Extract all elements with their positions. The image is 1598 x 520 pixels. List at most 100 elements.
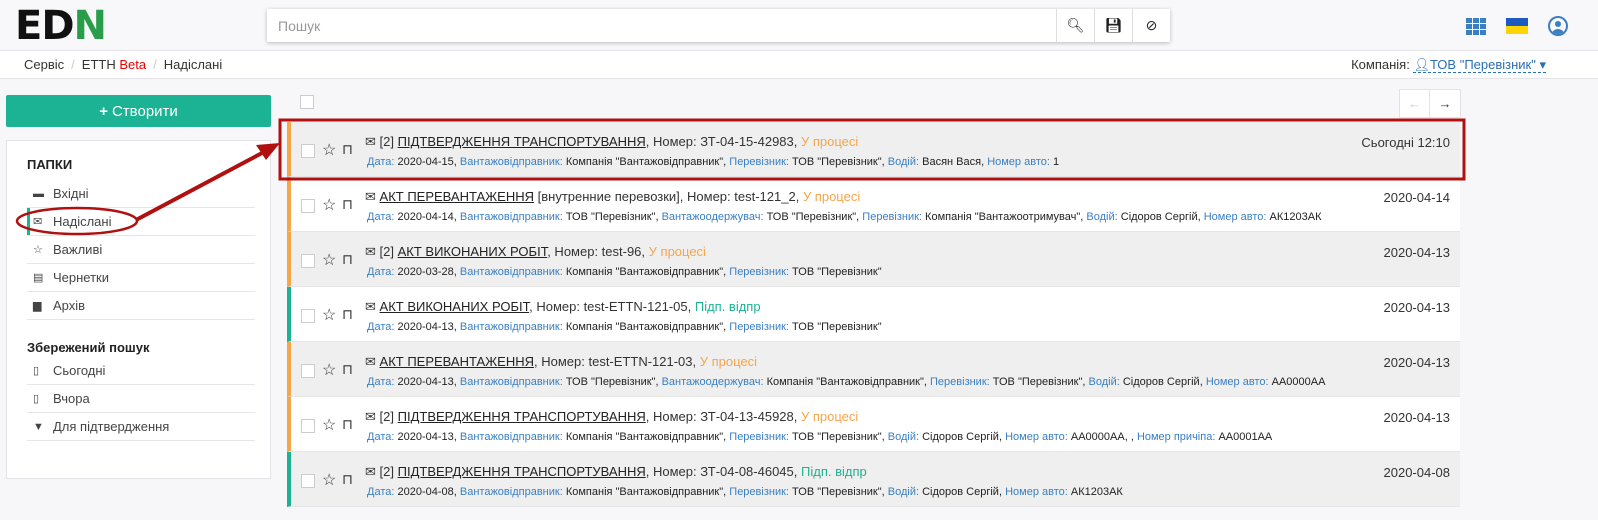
row-checkbox[interactable] xyxy=(301,199,315,213)
bookmark-icon[interactable]: ⊓ xyxy=(342,306,353,323)
document-title-link[interactable]: ПІДТВЕРДЖЕННЯ ТРАНСПОРТУВАННЯ xyxy=(398,134,646,149)
document-title-link[interactable]: АКТ ВИКОНАНИХ РОБІТ xyxy=(398,244,548,259)
sidebar-item-star[interactable]: ☆ Важливі xyxy=(27,236,255,264)
user-account-icon[interactable] xyxy=(1548,16,1568,36)
document-row[interactable]: ☆ ⊓ ✉ [2] ПІДТВЕРДЖЕННЯ ТРАНСПОРТУВАННЯ,… xyxy=(287,122,1460,177)
field-value: ТОВ "Перевізник" xyxy=(565,376,656,388)
star-icon: ☆ xyxy=(33,244,43,256)
apps-grid-icon[interactable] xyxy=(1466,17,1486,35)
star-icon[interactable]: ☆ xyxy=(322,250,336,270)
company-dropdown[interactable]: 👤︎ТОВ "Перевізник" ▾ xyxy=(1413,57,1546,73)
sidebar-item-envelope[interactable]: ✉ Надіслані xyxy=(27,208,255,236)
sidebar-item-label: Вчора xyxy=(53,391,90,406)
envelope-open-icon: ✉ xyxy=(365,409,376,424)
field-label: Номер авто: xyxy=(987,156,1050,168)
bookmark-icon[interactable]: ⊓ xyxy=(342,416,353,433)
bookmark-icon[interactable]: ⊓ xyxy=(342,141,353,158)
field-value: Сідоров Сергій xyxy=(1122,376,1200,388)
breadcrumb-service[interactable]: Сервіс xyxy=(24,57,64,72)
clear-search-button[interactable]: ⊘ xyxy=(1132,9,1170,42)
document-title-link[interactable]: АКТ ВИКОНАНИХ РОБІТ xyxy=(380,299,530,314)
sidebar-item-label: Надіслані xyxy=(53,214,112,229)
plus-icon: + xyxy=(99,102,108,120)
row-checkbox[interactable] xyxy=(301,309,315,323)
field-label: Дата: xyxy=(367,321,395,333)
create-button[interactable]: + Створити xyxy=(6,95,271,127)
field-value: ТОВ "Перевізник" xyxy=(792,266,882,278)
field-label: Дата: xyxy=(367,156,395,168)
document-title-link[interactable]: ПІДТВЕРДЖЕННЯ ТРАНСПОРТУВАННЯ xyxy=(398,409,646,424)
field-value: ТОВ "Перевізник" xyxy=(792,156,882,168)
doc-count: [2] xyxy=(379,134,394,149)
bookmark-icon[interactable]: ⊓ xyxy=(342,196,353,213)
field-value: 2020-03-28 xyxy=(397,266,454,278)
field-label: Вантажоодержувач: xyxy=(661,211,764,223)
select-all-checkbox[interactable] xyxy=(300,95,314,109)
star-icon[interactable]: ☆ xyxy=(322,360,336,380)
envelope-open-icon: ✉ xyxy=(365,464,376,479)
row-checkbox[interactable] xyxy=(301,419,315,433)
star-icon[interactable]: ☆ xyxy=(322,470,336,490)
field-value: Компанія "Вантажовідправник" xyxy=(565,486,724,498)
row-checkbox[interactable] xyxy=(301,364,315,378)
sidebar-item-label: Сьогодні xyxy=(53,363,106,378)
edin-logo[interactable]: ED N xyxy=(15,6,107,46)
document-list: ☆ ⊓ ✉ [2] ПІДТВЕРДЖЕННЯ ТРАНСПОРТУВАННЯ,… xyxy=(287,122,1460,507)
field-value: 2020-04-13 xyxy=(397,321,454,333)
star-icon[interactable]: ☆ xyxy=(322,415,336,435)
status-badge: У процесі xyxy=(648,244,706,259)
breadcrumb: Сервіс / ЕТТН Beta / Надіслані Компанія: 👤… xyxy=(0,51,1598,79)
star-icon[interactable]: ☆ xyxy=(322,195,336,215)
sidebar-item-file-date[interactable]: ▯ Вчора xyxy=(27,385,255,413)
bookmark-icon[interactable]: ⊓ xyxy=(342,251,353,268)
search-button[interactable]: 🔍︎ xyxy=(1056,9,1094,42)
prev-page-button[interactable]: ← xyxy=(1400,90,1430,117)
top-header: EDN 🔍︎ 💾︎ ⊘ xyxy=(0,0,1598,51)
document-row[interactable]: ☆ ⊓ ✉ [2] ПІДТВЕРДЖЕННЯ ТРАНСПОРТУВАННЯ,… xyxy=(287,452,1460,507)
inbox-icon: ▬ xyxy=(33,187,44,200)
next-page-button[interactable]: → xyxy=(1430,90,1460,117)
row-date: 2020-04-13 xyxy=(1383,300,1451,315)
row-checkbox[interactable] xyxy=(301,474,315,488)
doc-number: , Номер: test-96, xyxy=(547,244,646,259)
breadcrumb-ettn[interactable]: ЕТТН Beta xyxy=(82,57,146,72)
row-checkbox[interactable] xyxy=(301,254,315,268)
sidebar-item-file[interactable]: ▤ Чернетки xyxy=(27,264,255,292)
ukraine-flag-icon[interactable] xyxy=(1506,18,1528,34)
search-icon: 🔍︎ xyxy=(1066,17,1085,33)
bookmark-icon[interactable]: ⊓ xyxy=(342,361,353,378)
status-badge: Підп. відпр xyxy=(694,299,761,314)
field-label: Водій: xyxy=(1088,376,1120,388)
star-icon[interactable]: ☆ xyxy=(322,305,336,325)
status-badge: У процесі xyxy=(801,409,859,424)
sidebar-item-archive[interactable]: ▆ Архів xyxy=(27,292,255,320)
document-row[interactable]: ☆ ⊓ ✉ [2] ПІДТВЕРДЖЕННЯ ТРАНСПОРТУВАННЯ,… xyxy=(287,397,1460,452)
star-icon[interactable]: ☆ xyxy=(322,140,336,160)
envelope-open-icon: ✉ xyxy=(365,244,376,259)
field-label: Перевізник: xyxy=(729,321,789,333)
field-label: Номер авто: xyxy=(1205,376,1269,388)
sidebar-item-filter[interactable]: ▼ Для підтвердження xyxy=(27,413,255,441)
save-search-button[interactable]: 💾︎ xyxy=(1094,9,1132,42)
sidebar-item-inbox[interactable]: ▬ Вхідні xyxy=(27,180,255,208)
field-label: Дата: xyxy=(367,486,395,498)
document-title-link[interactable]: АКТ ПЕРЕВАНТАЖЕННЯ xyxy=(380,189,534,204)
field-label: Перевізник: xyxy=(729,266,789,278)
sidebar-item-file-date[interactable]: ▯ Сьогодні xyxy=(27,357,255,385)
field-label: Перевізник: xyxy=(930,376,990,388)
document-row[interactable]: ☆ ⊓ ✉ АКТ ВИКОНАНИХ РОБІТ, Номер: test-E… xyxy=(287,287,1460,342)
search-input[interactable] xyxy=(267,9,1056,42)
document-row[interactable]: ☆ ⊓ ✉ АКТ ПЕРЕВАНТАЖЕННЯ, Номер: test-ET… xyxy=(287,342,1460,397)
sidebar-item-label: Важливі xyxy=(53,242,103,257)
field-value: Сідоров Сергій xyxy=(922,486,999,498)
status-badge: У процесі xyxy=(699,354,758,369)
row-date: 2020-04-13 xyxy=(1383,410,1451,425)
document-row[interactable]: ☆ ⊓ ✉ АКТ ПЕРЕВАНТАЖЕННЯ [внутренние пер… xyxy=(287,177,1460,232)
bookmark-icon[interactable]: ⊓ xyxy=(342,471,353,488)
envelope-open-icon: ✉ xyxy=(365,354,376,369)
document-row[interactable]: ☆ ⊓ ✉ [2] АКТ ВИКОНАНИХ РОБІТ, Номер: te… xyxy=(287,232,1460,287)
row-checkbox[interactable] xyxy=(301,144,315,158)
document-title-link[interactable]: АКТ ПЕРЕВАНТАЖЕННЯ xyxy=(380,354,534,369)
field-value: Компанія "Вантажовідправник" xyxy=(565,266,724,278)
document-title-link[interactable]: ПІДТВЕРДЖЕННЯ ТРАНСПОРТУВАННЯ xyxy=(398,464,646,479)
